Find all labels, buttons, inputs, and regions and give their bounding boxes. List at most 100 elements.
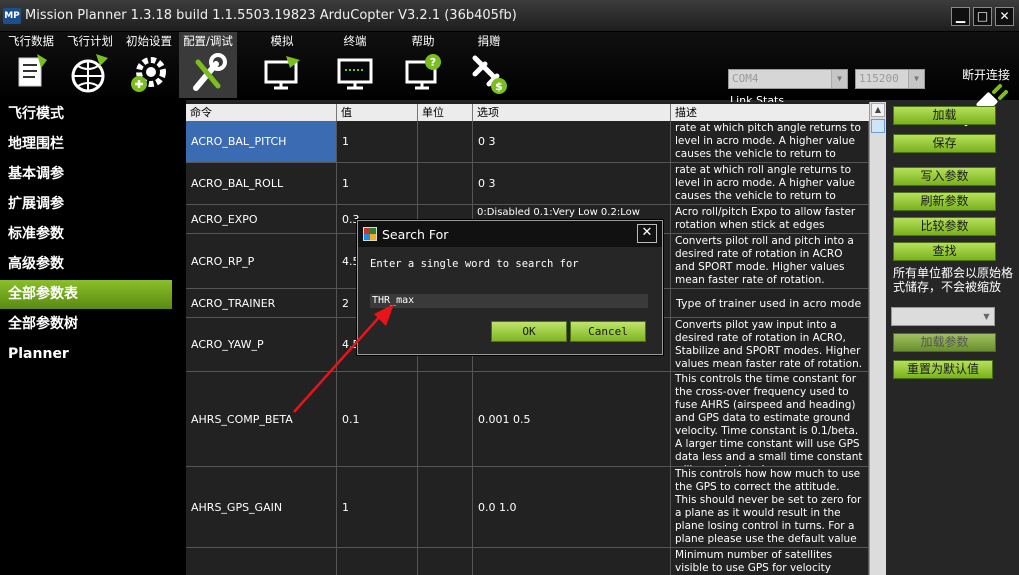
toolbar-label: 捐赠 — [477, 34, 501, 48]
cell-command: ACRO_BAL_PITCH — [186, 121, 337, 162]
help-icon: ? — [405, 54, 441, 90]
column-header-description[interactable]: 描述 — [671, 104, 869, 121]
column-header-command[interactable]: 命令 — [186, 104, 337, 121]
chevron-down-icon: ▼ — [908, 70, 924, 88]
cell-value[interactable] — [337, 548, 418, 575]
close-icon[interactable]: ✕ — [637, 224, 657, 243]
toolbar-label: 飞行数据 — [8, 34, 54, 48]
title-bar: MP Mission Planner 1.3.18 build 1.1.5503… — [0, 0, 1019, 32]
close-window-button[interactable]: ✕ — [995, 7, 1014, 26]
com-port-value: COM4 — [732, 72, 759, 85]
cancel-button[interactable]: Cancel — [570, 321, 646, 342]
sidebar-item-flight-modes[interactable]: 飞行模式 — [0, 100, 172, 129]
annotation-arrow-icon — [293, 304, 394, 413]
find-button[interactable]: 查找 — [893, 242, 996, 261]
sidebar-item-full-param-tree[interactable]: 全部参数树 — [0, 310, 172, 339]
scroll-up-icon[interactable]: ▲ — [871, 103, 885, 117]
cell-command: ACRO_BAL_ROLL — [186, 163, 337, 204]
load-button[interactable]: 加载 — [893, 106, 996, 125]
cell-value[interactable]: 1 — [337, 467, 418, 547]
toolbar-label: 配置/调试 — [183, 34, 233, 48]
cell-description: Type of trainer used in acro mode — [671, 289, 869, 317]
disconnect-label[interactable]: 断开连接 — [962, 66, 1010, 83]
cell-description: rate at which pitch angle returns to lev… — [671, 121, 869, 162]
cell-value[interactable]: 1 — [337, 163, 418, 204]
cell-description: Minimum number of satellites visible to … — [671, 548, 869, 575]
svg-text:?: ? — [430, 56, 436, 69]
cell-options: 0 3 — [473, 121, 671, 162]
param-file-select[interactable]: ▼ — [891, 307, 995, 326]
compare-params-button[interactable]: 比较参数 — [893, 217, 996, 236]
table-header: 命令 值 单位 选项 描述 — [186, 104, 869, 121]
flight-plan-icon — [71, 54, 108, 93]
toolbar-donate[interactable]: 捐赠 $ — [460, 32, 518, 98]
table-scrollbar[interactable]: ▲ — [869, 102, 886, 575]
baud-rate-select[interactable]: 115200 ▼ — [855, 69, 925, 89]
toolbar-help[interactable]: 帮助 ? — [394, 32, 452, 98]
cell-options — [473, 548, 671, 575]
sidebar-item-basic-tuning[interactable]: 基本调参 — [0, 160, 172, 189]
chevron-down-icon: ▼ — [983, 312, 990, 321]
cell-command: ACRO_RP_P — [186, 234, 337, 288]
cell-value[interactable]: 1 — [337, 121, 418, 162]
chevron-down-icon: ▼ — [831, 70, 847, 88]
column-header-options[interactable]: 选项 — [473, 104, 671, 121]
flight-data-icon — [18, 54, 47, 87]
cell-command: ACRO_EXPO — [186, 205, 337, 233]
save-button[interactable]: 保存 — [893, 134, 996, 153]
toolbar-label: 飞行计划 — [67, 34, 113, 48]
minimize-button[interactable]: ▁ — [951, 7, 970, 26]
toolbar-simulation[interactable]: 模拟 — [253, 32, 311, 98]
load-params-button[interactable]: 加载参数 — [893, 333, 996, 352]
sidebar-item-advanced-params[interactable]: 高级参数 — [0, 250, 172, 279]
table-row[interactable]: ACRO_BAL_ROLL 1 0 3 rate at which roll a… — [186, 163, 869, 205]
cell-command — [186, 548, 337, 575]
column-header-value[interactable]: 值 — [337, 104, 418, 121]
sidebar-item-geofence[interactable]: 地理围栏 — [0, 130, 172, 159]
cell-units — [418, 548, 473, 575]
cell-description: This controls how how much to use the GP… — [671, 467, 869, 547]
sidebar: 飞行模式 地理围栏 基本调参 扩展调参 标准参数 高级参数 全部参数表 全部参数… — [0, 100, 186, 575]
initial-setup-icon — [131, 57, 166, 92]
maximize-button[interactable]: □ — [973, 7, 992, 26]
table-row[interactable]: AHRS_COMP_BETA 0.1 0.001 0.5 This contro… — [186, 372, 869, 467]
cell-description: rate at which roll angle returns to leve… — [671, 163, 869, 204]
svg-text:$: $ — [495, 80, 503, 93]
sidebar-item-standard-params[interactable]: 标准参数 — [0, 220, 172, 249]
toolbar-flight-plan[interactable]: 飞行计划 — [61, 32, 119, 98]
search-input[interactable]: THR_max — [370, 294, 648, 308]
window-title: Mission Planner 1.3.18 build 1.1.5503.19… — [25, 8, 517, 23]
cell-options: 0 3 — [473, 163, 671, 204]
table-row[interactable]: AHRS_GPS_GAIN 1 0.0 1.0 This controls ho… — [186, 467, 869, 548]
cell-options: 0.001 0.5 — [473, 372, 671, 466]
com-port-select[interactable]: COM4 ▼ — [728, 69, 848, 89]
sidebar-item-planner[interactable]: Planner — [0, 340, 172, 369]
main-toolbar: 飞行数据 飞行计划 初始设置 配置/调试 模拟 终端 帮助 ? 捐赠 $ COM… — [0, 32, 1019, 126]
reset-default-button[interactable]: 重置为默认值 — [893, 360, 993, 379]
toolbar-config-tuning[interactable]: 配置/调试 — [179, 32, 237, 98]
scrollbar-thumb[interactable] — [871, 119, 885, 133]
cell-units — [418, 372, 473, 466]
column-header-units[interactable]: 单位 — [418, 104, 473, 121]
cell-command: AHRS_GPS_GAIN — [186, 467, 337, 547]
toolbar-terminal[interactable]: 终端 — [326, 32, 384, 98]
cell-units — [418, 467, 473, 547]
donate-icon: $ — [472, 55, 507, 94]
ok-button[interactable]: OK — [491, 321, 567, 342]
toolbar-label: 终端 — [343, 34, 367, 48]
sidebar-item-full-param-list[interactable]: 全部参数表 — [0, 280, 172, 309]
cell-units — [418, 163, 473, 204]
table-row[interactable]: ACRO_BAL_PITCH 1 0 3 rate at which pitch… — [186, 121, 869, 163]
write-params-button[interactable]: 写入参数 — [893, 167, 996, 186]
simulation-icon — [264, 56, 300, 90]
baud-rate-value: 115200 — [859, 72, 899, 85]
toolbar-initial-setup[interactable]: 初始设置 — [120, 32, 178, 98]
dialog-title: Search For — [382, 227, 449, 242]
sidebar-item-extended-tuning[interactable]: 扩展调参 — [0, 190, 172, 219]
refresh-params-button[interactable]: 刷新参数 — [893, 192, 996, 211]
table-row[interactable]: Minimum number of satellites visible to … — [186, 548, 869, 575]
dialog-title-bar: Search For ✕ — [358, 221, 662, 247]
toolbar-flight-data[interactable]: 飞行数据 — [2, 32, 60, 98]
units-note: 所有单位都会以原始格式储存，不会被缩放 — [893, 266, 1014, 294]
toolbar-label: 初始设置 — [126, 34, 172, 48]
